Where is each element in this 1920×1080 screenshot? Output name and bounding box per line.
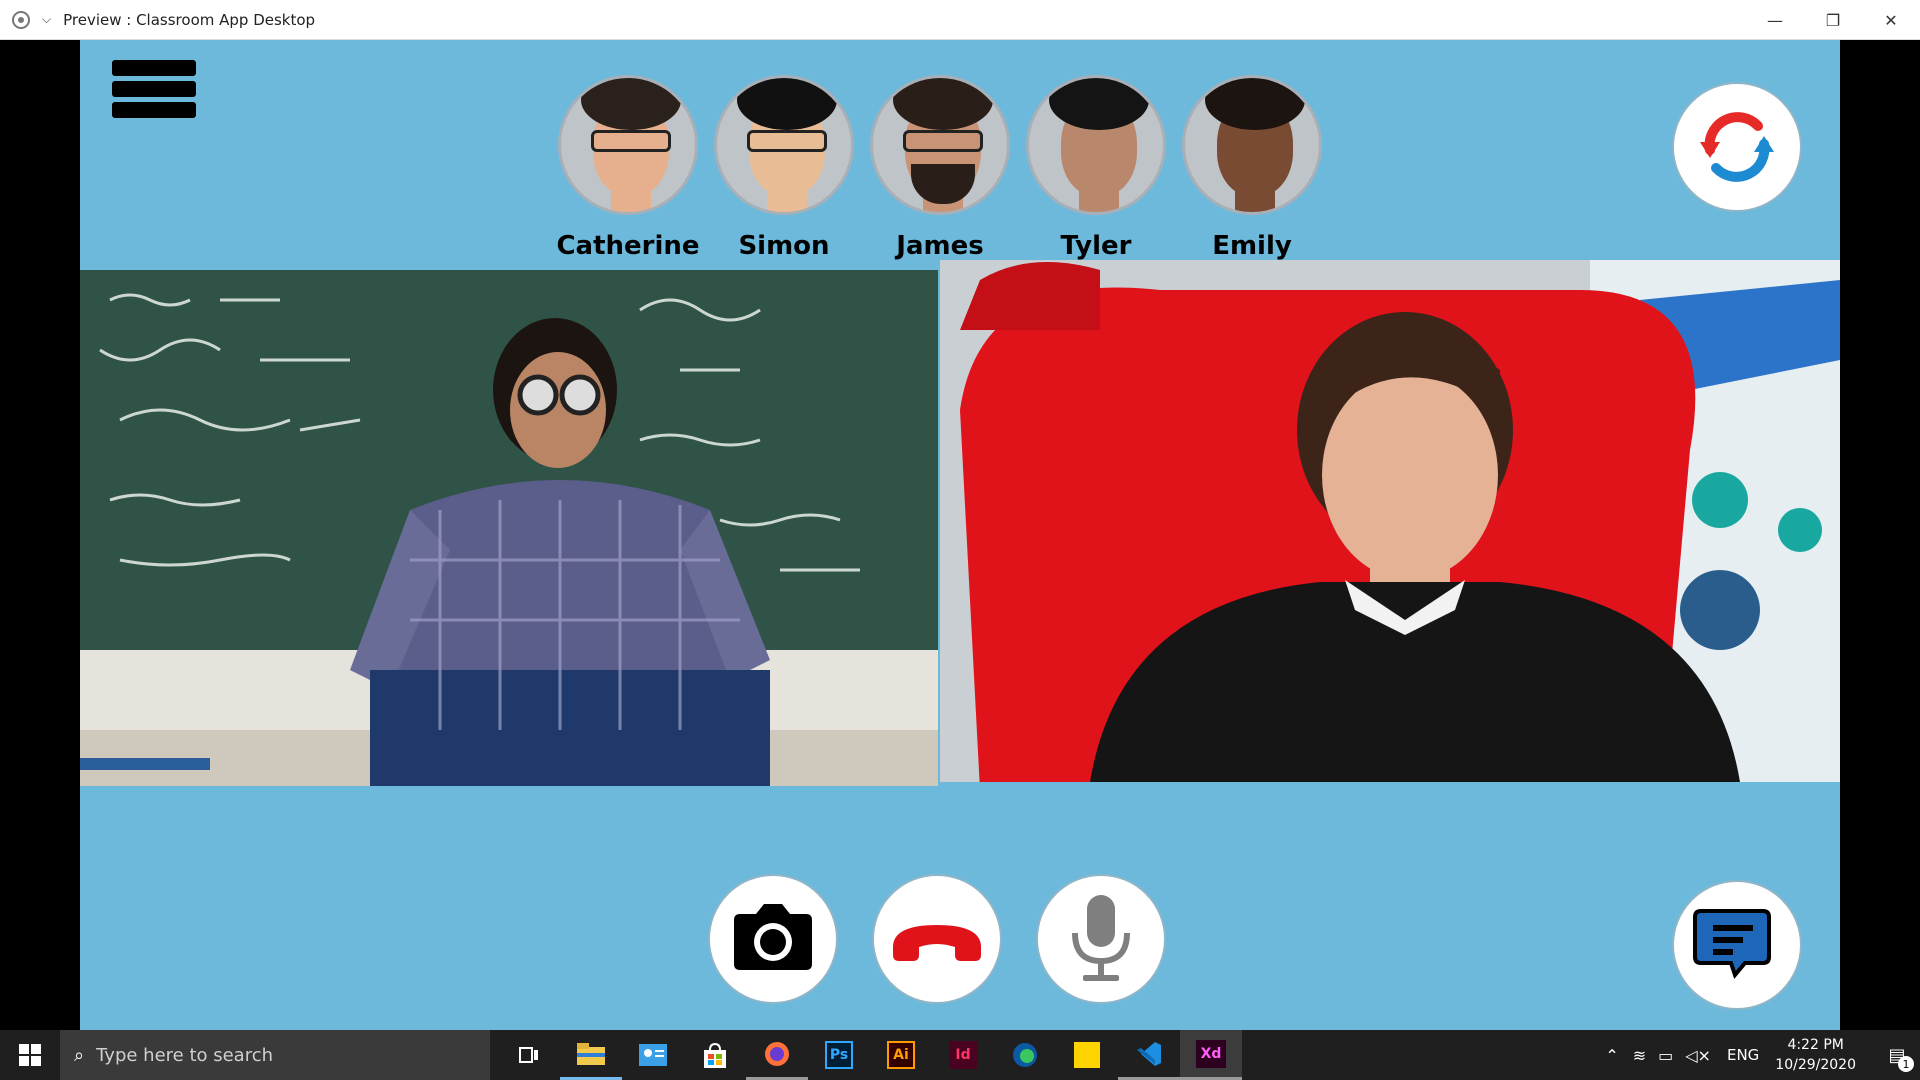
action-center-button[interactable]: ▤ 1 — [1874, 1030, 1920, 1080]
vscode-button[interactable] — [1118, 1030, 1180, 1080]
clock[interactable]: 4:22 PM 10/29/2020 — [1775, 1035, 1856, 1075]
folder-icon — [577, 1042, 605, 1065]
video-image — [80, 270, 938, 786]
close-button[interactable]: ✕ — [1862, 0, 1920, 40]
participant-item[interactable]: Tyler — [1018, 75, 1174, 261]
windows-logo-icon — [19, 1044, 41, 1066]
taskbar: ⌕ Type here to search Ps Ai Id Xd ⌃ ≋ ▭ … — [0, 1030, 1920, 1080]
hamburger-menu-button[interactable] — [112, 60, 196, 130]
contacts-button[interactable] — [622, 1030, 684, 1080]
avatar — [714, 75, 854, 215]
letterbox-left — [0, 40, 80, 1030]
file-explorer-button[interactable] — [560, 1030, 622, 1080]
volume-mute-icon[interactable]: ◁× — [1685, 1046, 1711, 1065]
participant-item[interactable]: James — [862, 75, 1018, 261]
clock-date: 10/29/2020 — [1775, 1057, 1856, 1073]
participant-item[interactable]: Emily — [1174, 75, 1330, 261]
photoshop-button[interactable]: Ps — [808, 1030, 870, 1080]
battery-icon[interactable]: ▭ — [1658, 1046, 1673, 1065]
avatar — [870, 75, 1010, 215]
sync-button[interactable] — [1672, 82, 1802, 212]
avatar — [1026, 75, 1166, 215]
menu-bar-icon — [112, 102, 196, 118]
firefox-button[interactable] — [746, 1030, 808, 1080]
window-controls: — ❐ ✕ — [1746, 0, 1920, 40]
letterbox-right — [1840, 40, 1920, 1030]
avatar-beard — [911, 164, 975, 204]
video-image — [940, 260, 1840, 782]
end-call-button[interactable] — [872, 874, 1002, 1004]
search-placeholder: Type here to search — [96, 1044, 274, 1066]
classroom-app: Catherine Simon James Tyler Emily — [80, 40, 1840, 1030]
sticky-notes-button[interactable] — [1056, 1030, 1118, 1080]
chevron-up-icon[interactable]: ⌃ — [1605, 1046, 1618, 1065]
avatar-hair — [893, 78, 993, 130]
window-titlebar: ⌵ Preview : Classroom App Desktop — ❐ ✕ — [0, 0, 1920, 40]
start-button[interactable] — [0, 1030, 60, 1080]
minimize-button[interactable]: — — [1746, 0, 1804, 40]
clock-time: 4:22 PM — [1787, 1037, 1844, 1053]
contacts-icon — [639, 1044, 667, 1066]
task-view-icon — [519, 1047, 538, 1063]
restore-button[interactable]: ❐ — [1804, 0, 1862, 40]
participant-item[interactable]: Simon — [706, 75, 862, 261]
app-icon — [12, 10, 30, 29]
edge-icon — [1013, 1043, 1037, 1067]
indesign-button[interactable]: Id — [932, 1030, 994, 1080]
camera-icon — [734, 904, 812, 970]
avatar-hair — [737, 78, 837, 130]
avatar — [1182, 75, 1322, 215]
camera-button[interactable] — [708, 874, 838, 1004]
participant-name: Simon — [738, 231, 830, 261]
system-tray: ⌃ ≋ ▭ ◁× ENG 4:22 PM 10/29/2020 ▤ 1 — [1605, 1030, 1920, 1080]
illustrator-icon: Ai — [887, 1041, 915, 1069]
xd-button[interactable]: Xd — [1180, 1030, 1242, 1080]
menu-bar-icon — [112, 60, 196, 76]
glasses-icon — [903, 130, 983, 152]
participant-name: Emily — [1212, 231, 1292, 261]
chevron-down-icon[interactable]: ⌵ — [42, 12, 51, 27]
task-view-button[interactable] — [498, 1030, 560, 1080]
notification-count-badge: 1 — [1898, 1056, 1914, 1072]
participant-list: Catherine Simon James Tyler Emily — [550, 75, 1330, 261]
store-button[interactable] — [684, 1030, 746, 1080]
microphone-button[interactable] — [1036, 874, 1166, 1004]
illustrator-button[interactable]: Ai — [870, 1030, 932, 1080]
sticky-notes-icon — [1074, 1042, 1100, 1068]
glasses-icon — [747, 130, 827, 152]
xd-icon: Xd — [1196, 1039, 1226, 1068]
chat-button[interactable] — [1672, 880, 1802, 1010]
video-feed-student — [940, 260, 1840, 782]
participant-item[interactable]: Catherine — [550, 75, 706, 261]
participant-name: Tyler — [1060, 231, 1132, 261]
participant-name: Catherine — [556, 231, 700, 261]
menu-bar-icon — [112, 81, 196, 97]
edge-button[interactable] — [994, 1030, 1056, 1080]
avatar-hair — [581, 78, 681, 130]
window-title: Preview : Classroom App Desktop — [63, 10, 316, 29]
photoshop-icon: Ps — [825, 1041, 853, 1069]
taskbar-search-box[interactable]: ⌕ Type here to search — [60, 1030, 490, 1080]
participant-name: James — [896, 231, 984, 261]
hang-up-icon — [893, 925, 981, 961]
taskbar-apps: Ps Ai Id Xd — [498, 1030, 1242, 1080]
avatar — [558, 75, 698, 215]
glasses-icon — [591, 130, 671, 152]
video-feed-teacher — [80, 270, 938, 786]
search-icon: ⌕ — [74, 1044, 85, 1066]
vscode-icon — [1137, 1041, 1161, 1066]
wifi-icon[interactable]: ≋ — [1633, 1046, 1646, 1065]
firefox-icon — [765, 1041, 789, 1066]
avatar-hair — [1049, 78, 1149, 130]
indesign-icon: Id — [949, 1041, 977, 1069]
chat-icon — [1693, 909, 1771, 980]
avatar-hair — [1205, 78, 1305, 130]
microphone-icon — [1072, 895, 1130, 981]
sync-icon — [1700, 112, 1774, 182]
store-icon — [704, 1042, 726, 1068]
language-indicator[interactable]: ENG — [1727, 1046, 1759, 1064]
